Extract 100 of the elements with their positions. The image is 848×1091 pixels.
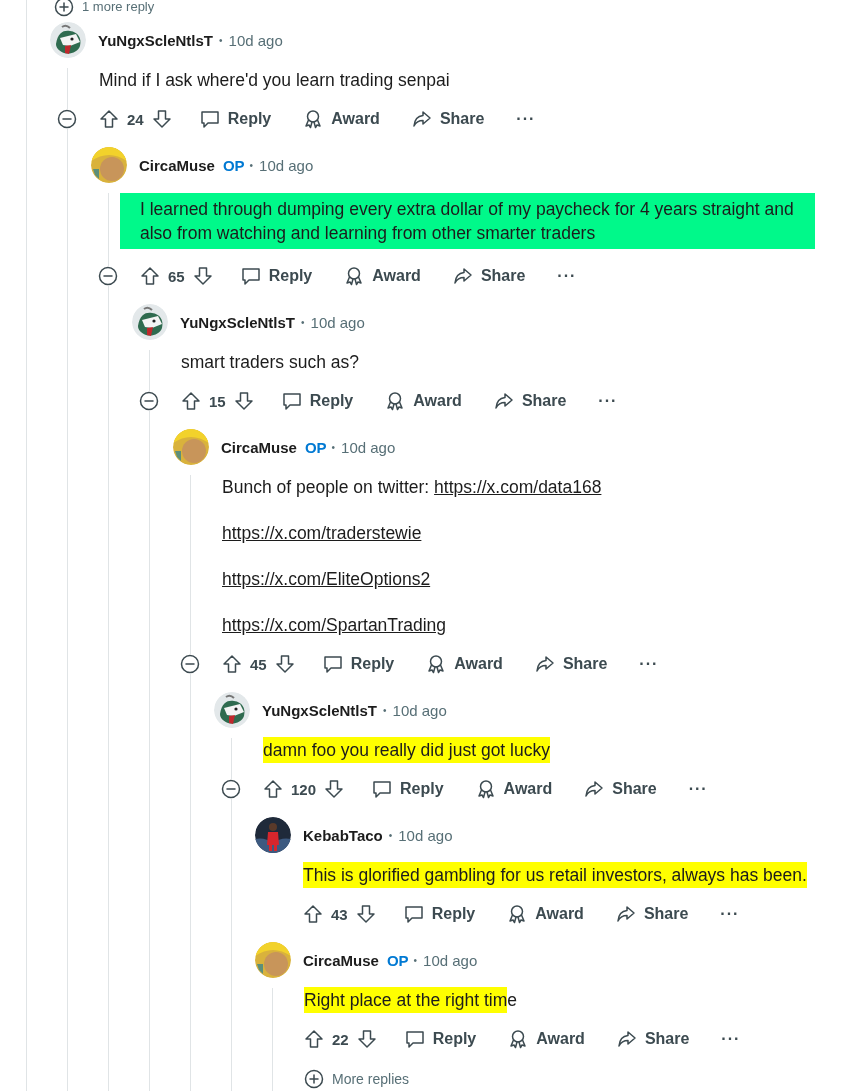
downvote-icon[interactable] xyxy=(355,904,376,924)
reply-button[interactable]: Reply xyxy=(394,1023,487,1055)
ribbon-icon xyxy=(508,1029,529,1049)
more-options-button[interactable]: ··· xyxy=(678,773,718,805)
link[interactable]: https://x.com/EliteOptions2 xyxy=(222,569,431,589)
award-button[interactable]: Award xyxy=(334,260,431,292)
share-icon xyxy=(493,391,514,411)
share-icon xyxy=(411,109,432,129)
upvote-icon[interactable] xyxy=(181,391,201,411)
downvote-icon[interactable] xyxy=(324,779,345,799)
collapse-icon[interactable] xyxy=(57,109,77,129)
timestamp: 10d ago xyxy=(228,31,283,49)
username[interactable]: YuNgxScleNtlsT xyxy=(262,701,378,719)
separator-dot: • xyxy=(331,441,336,453)
reply-button[interactable]: Reply xyxy=(393,898,486,930)
ribbon-icon xyxy=(344,266,365,286)
link[interactable]: https://x.com/SpartanTrading xyxy=(222,615,447,635)
collapse-icon[interactable] xyxy=(139,391,159,411)
upvote-icon[interactable] xyxy=(222,654,242,674)
collapse-icon[interactable] xyxy=(221,779,241,799)
comment-text: Bunch of people on twitter: https://x.com/data168 xyxy=(222,476,603,499)
comment-text: Mind if I ask where'd you learn trading senpai xyxy=(99,69,451,92)
vote-count: 24 xyxy=(127,110,144,128)
username[interactable]: CircaMuse xyxy=(221,438,297,456)
username[interactable]: CircaMuse xyxy=(303,951,379,969)
ribbon-icon xyxy=(426,654,447,674)
highlighted-comment-text: I learned through dumping every extra dollar of my paycheck for 4 years straight and also from watching and learning from other smarter traders xyxy=(120,193,815,249)
share-button[interactable]: Share xyxy=(442,260,536,292)
more-replies-link[interactable]: More replies xyxy=(332,1071,410,1087)
more-options-button[interactable]: ··· xyxy=(629,648,669,680)
upvote-icon[interactable] xyxy=(140,266,160,286)
vote-count: 22 xyxy=(332,1030,349,1048)
avatar[interactable] xyxy=(132,304,168,340)
downvote-icon[interactable] xyxy=(356,1029,377,1049)
vote-count: 120 xyxy=(291,780,317,798)
username[interactable]: KebabTaco xyxy=(303,826,383,844)
timestamp: 10d ago xyxy=(259,156,314,174)
award-button[interactable]: Award xyxy=(497,898,594,930)
share-button[interactable]: Share xyxy=(524,648,618,680)
upvote-icon[interactable] xyxy=(304,1029,324,1049)
expand-icon[interactable] xyxy=(304,1069,324,1089)
expand-icon[interactable] xyxy=(54,0,74,17)
upvote-icon[interactable] xyxy=(303,904,323,924)
separator-dot: • xyxy=(413,954,418,966)
username[interactable]: YuNgxScleNtlsT xyxy=(180,313,296,331)
op-label: OP xyxy=(304,438,327,456)
collapse-icon[interactable] xyxy=(180,654,200,674)
downvote-icon[interactable] xyxy=(192,266,213,286)
avatar[interactable] xyxy=(214,692,250,728)
award-button[interactable]: Award xyxy=(375,385,472,417)
comment-text: Right place at the right time xyxy=(304,988,848,1012)
speech-bubble-icon xyxy=(404,1029,425,1049)
speech-bubble-icon xyxy=(322,654,343,674)
avatar[interactable] xyxy=(50,22,86,58)
separator-dot: • xyxy=(388,829,393,841)
more-options-button[interactable]: ··· xyxy=(710,898,750,930)
share-button[interactable]: Share xyxy=(574,773,667,805)
downvote-icon[interactable] xyxy=(151,109,172,129)
reply-button[interactable]: Reply xyxy=(271,385,364,417)
separator-dot: • xyxy=(301,316,305,328)
share-button[interactable]: Share xyxy=(605,898,699,930)
more-replies-link[interactable]: 1 more reply xyxy=(82,0,155,14)
vote-count: 15 xyxy=(209,392,226,410)
more-options-button[interactable]: ··· xyxy=(506,103,546,135)
downvote-icon[interactable] xyxy=(233,391,254,411)
timestamp: 10d ago xyxy=(310,313,365,331)
reply-button[interactable]: Reply xyxy=(230,260,323,292)
share-button[interactable]: Share xyxy=(606,1023,700,1055)
award-button[interactable]: Award xyxy=(293,103,390,135)
collapse-icon[interactable] xyxy=(98,266,118,286)
speech-bubble-icon xyxy=(372,779,393,799)
ribbon-icon xyxy=(507,904,528,924)
separator-dot: • xyxy=(219,34,223,46)
vote-count: 45 xyxy=(250,655,267,673)
downvote-icon[interactable] xyxy=(274,654,295,674)
timestamp: 10d ago xyxy=(423,951,478,969)
speech-bubble-icon xyxy=(403,904,424,924)
upvote-icon[interactable] xyxy=(99,109,119,129)
reply-button[interactable]: Reply xyxy=(362,773,454,805)
share-icon xyxy=(615,904,636,924)
link[interactable]: https://x.com/data168 xyxy=(434,477,602,497)
link[interactable]: https://x.com/traderstewie xyxy=(222,523,422,543)
op-label: OP xyxy=(222,156,245,174)
more-options-button[interactable]: ··· xyxy=(588,385,628,417)
share-icon xyxy=(534,654,555,674)
share-button[interactable]: Share xyxy=(401,103,495,135)
avatar[interactable] xyxy=(255,817,291,853)
more-options-button[interactable]: ··· xyxy=(547,260,587,292)
speech-bubble-icon xyxy=(199,109,220,129)
award-button[interactable]: Award xyxy=(498,1023,595,1055)
share-button[interactable]: Share xyxy=(483,385,577,417)
username[interactable]: YuNgxScleNtlsT xyxy=(98,31,214,49)
reply-button[interactable]: Reply xyxy=(312,648,405,680)
more-options-button[interactable]: ··· xyxy=(711,1023,751,1055)
ribbon-icon xyxy=(303,109,324,129)
award-button[interactable]: Award xyxy=(465,773,563,805)
username[interactable]: CircaMuse xyxy=(139,156,215,174)
award-button[interactable]: Award xyxy=(416,648,513,680)
reply-button[interactable]: Reply xyxy=(189,103,282,135)
upvote-icon[interactable] xyxy=(263,779,283,799)
